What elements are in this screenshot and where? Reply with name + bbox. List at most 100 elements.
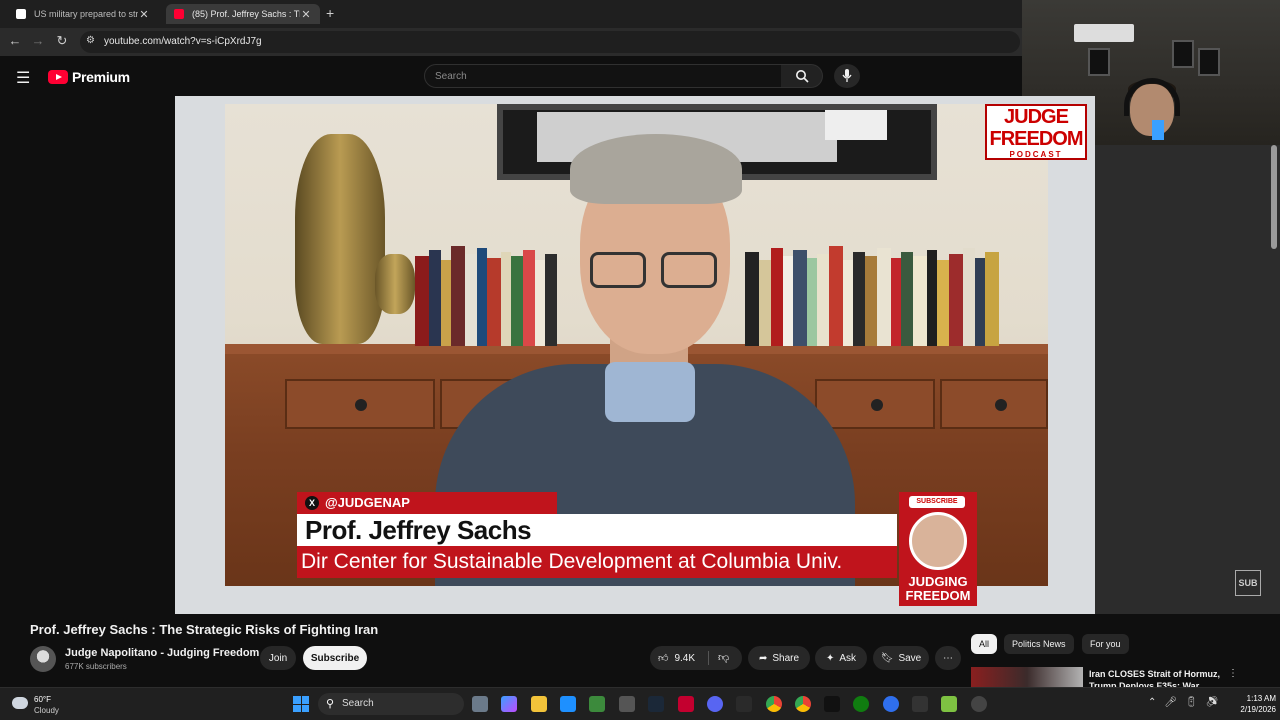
youtube-icon (174, 9, 184, 19)
drawer (940, 379, 1048, 429)
more-icon: ⋯ (943, 652, 953, 664)
forward-icon[interactable]: → (29, 33, 47, 48)
save-button[interactable]: 🔖︎ Save (873, 646, 929, 670)
app-icon[interactable] (824, 696, 840, 712)
search-button[interactable] (781, 64, 823, 88)
app-icon[interactable] (971, 696, 987, 712)
book (843, 260, 853, 346)
book (523, 250, 535, 346)
reload-icon[interactable]: ↻ (53, 33, 71, 49)
new-tab-button[interactable]: + (326, 5, 334, 21)
terminal-icon[interactable] (912, 696, 928, 712)
back-icon[interactable]: ← (6, 33, 24, 48)
podcast-logo: JUDGE FREEDOM PODCAST (985, 104, 1087, 160)
chip-all[interactable]: All (971, 634, 998, 654)
copilot-icon[interactable] (501, 696, 517, 712)
share-icon: ➦ (758, 652, 768, 664)
site-info-icon[interactable]: ⚙ (86, 35, 95, 46)
app-icon[interactable] (941, 696, 957, 712)
browser-toolbar: ← → ↻ ⚙ youtube.com/watch?v=s-iCpXrdJ7g (0, 28, 1022, 56)
youtube-logo[interactable]: Premium (48, 69, 130, 85)
book (511, 256, 523, 346)
search-placeholder: Search (435, 71, 467, 82)
subscribe-watermark[interactable]: SUB (1235, 570, 1261, 596)
date: 2/19/2026 (1240, 705, 1276, 714)
scrollbar[interactable] (1271, 145, 1277, 249)
divider (708, 651, 709, 665)
bookmark-icon: 🔖︎ (880, 652, 894, 664)
wall-frame (1198, 48, 1220, 76)
app-icon[interactable] (736, 696, 752, 712)
book (771, 248, 783, 346)
channel-name[interactable]: Judge Napolitano - Judging Freedom (65, 647, 259, 659)
chip-politics-news[interactable]: Politics News (1004, 634, 1074, 654)
xbox-icon[interactable] (853, 696, 869, 712)
clock[interactable]: 1:13 AM 2/19/2026 (1226, 693, 1276, 715)
show-name-line1: JUDGING (908, 574, 968, 589)
task-view-icon[interactable] (472, 696, 488, 712)
video-frame[interactable]: JUDGE FREEDOM PODCAST X @JUDGENAP Prof. … (175, 96, 1095, 614)
drawer-knob (871, 399, 883, 411)
channel-avatar[interactable] (30, 646, 56, 672)
video-title: Prof. Jeffrey Sachs : The Strategic Risk… (30, 622, 379, 637)
like-count: 9.4K (674, 652, 696, 664)
file-explorer-icon[interactable] (531, 696, 547, 712)
taskbar-search[interactable]: ⚲ Search (318, 693, 464, 715)
book (963, 248, 975, 346)
show-name-line2: FREEDOM (905, 588, 971, 603)
guest-title-banner: Dir Center for Sustainable Development a… (297, 546, 897, 578)
steam-icon[interactable] (648, 696, 664, 712)
ask-button[interactable]: ✦ Ask (815, 646, 867, 670)
book (901, 252, 913, 346)
store-icon[interactable] (589, 696, 605, 712)
discord-icon[interactable] (707, 696, 723, 712)
chrome-icon[interactable] (766, 696, 782, 712)
book (545, 254, 557, 346)
subscribe-button[interactable]: Subscribe (303, 646, 367, 670)
guest-title: Dir Center for Sustainable Development a… (301, 550, 843, 573)
browser-tab-news[interactable]: US military prepared to strike I ✕ (8, 4, 158, 24)
recommendation-title[interactable]: Iran CLOSES Strait of Hormuz, Trump Depl… (1089, 668, 1229, 688)
book (745, 252, 759, 346)
share-button[interactable]: ➦ Share (748, 646, 810, 670)
chrome-icon[interactable] (795, 696, 811, 712)
logo-text: Premium (72, 69, 130, 85)
tab-title: US military prepared to strike I (34, 9, 138, 19)
close-tab-icon[interactable]: ✕ (300, 8, 312, 21)
system-tray[interactable]: ⌃🎤︎🔋︎🔊︎ (1148, 697, 1226, 708)
close-tab-icon[interactable]: ✕ (138, 8, 150, 21)
parking-sign (825, 110, 887, 140)
hamburger-menu-icon[interactable]: ☰ (16, 68, 30, 88)
join-button[interactable]: Join (260, 646, 296, 670)
edge-icon[interactable] (560, 696, 576, 712)
like-button[interactable]: 👍︎ 9.4K 👎︎ (650, 646, 742, 670)
video-player[interactable]: JUDGE FREEDOM PODCAST X @JUDGENAP Prof. … (0, 96, 1095, 614)
browser-tab-youtube[interactable]: (85) Prof. Jeffrey Sachs : The St ✕ (166, 4, 320, 24)
guest-name: Prof. Jeffrey Sachs (305, 515, 532, 545)
book (535, 260, 545, 346)
book (865, 256, 877, 346)
guest-hair (570, 134, 742, 204)
app-icon[interactable] (678, 696, 694, 712)
taskbar: 60°F Cloudy ⚲ Search ⌃🎤︎🔋︎🔊︎ 1:13 AM 2/1… (0, 687, 1280, 720)
guest-collar (605, 362, 695, 422)
app-icon[interactable] (619, 696, 635, 712)
more-actions-button[interactable]: ⋯ (935, 646, 961, 670)
recommendation-thumbnail[interactable] (971, 667, 1083, 687)
book (429, 250, 441, 346)
search-input[interactable]: Search (424, 64, 782, 88)
app-icon[interactable] (883, 696, 899, 712)
voice-search-button[interactable] (834, 64, 860, 88)
ask-label: Ask (839, 652, 857, 664)
chip-for-you[interactable]: For you (1082, 634, 1129, 654)
more-vert-icon[interactable]: ⋮ (1228, 668, 1238, 679)
address-bar[interactable]: ⚙ youtube.com/watch?v=s-iCpXrdJ7g (80, 31, 1020, 53)
podcast-logo-subtitle: PODCAST (1009, 150, 1063, 159)
secondary-panel (1095, 145, 1280, 614)
temperature: 60°F (34, 695, 51, 704)
book (487, 258, 501, 346)
book (985, 252, 999, 346)
windows-start-icon[interactable] (293, 696, 309, 712)
thumbs-down-icon[interactable]: 👎︎ (718, 651, 729, 664)
search-icon (795, 70, 809, 83)
